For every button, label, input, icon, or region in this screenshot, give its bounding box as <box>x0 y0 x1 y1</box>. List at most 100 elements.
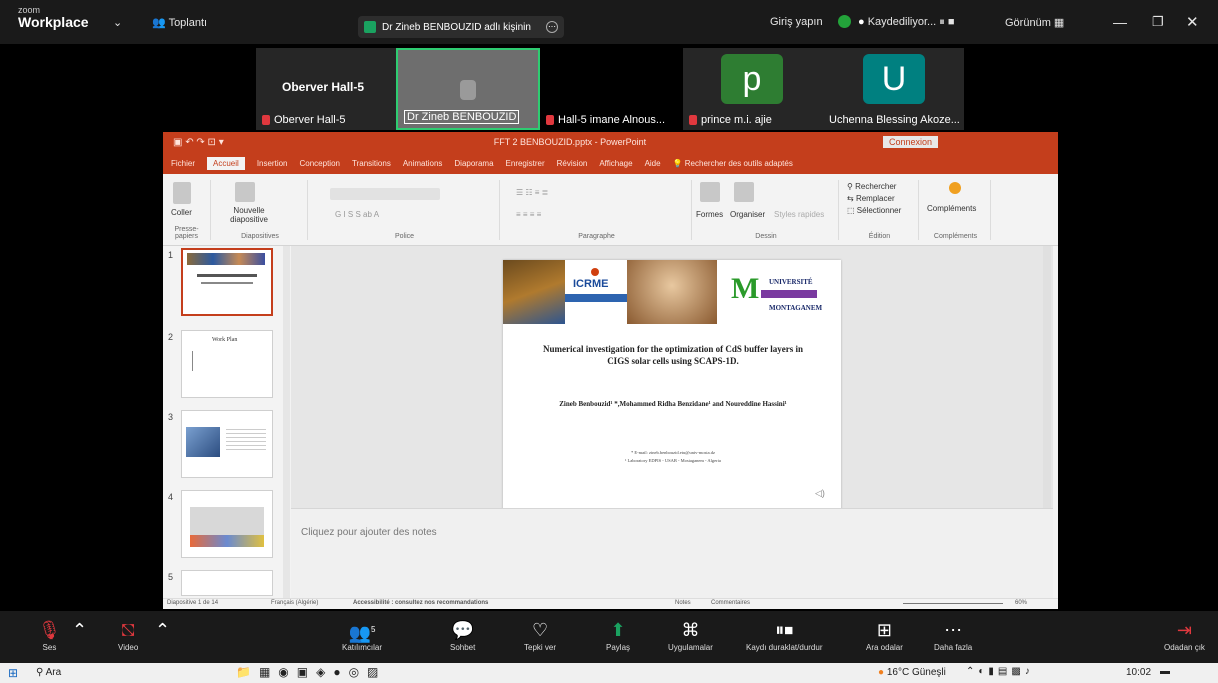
chevron-down-icon[interactable]: ⌄ <box>113 16 122 29</box>
slide-thumbnail[interactable] <box>181 570 273 596</box>
restore-icon[interactable]: ❐ <box>1152 14 1164 30</box>
zoom-title-bar: zoom Workplace ⌄ 👥 Toplantı Dr Zineb BEN… <box>0 0 1218 44</box>
share-banner-text: Dr Zineb BENBOUZID adlı kişinin <box>382 21 531 33</box>
search-icon: ⚲ <box>36 667 44 678</box>
zoom-logo: zoom Workplace <box>18 5 89 30</box>
notifications-icon[interactable]: ▬ <box>1160 666 1170 677</box>
leave-button[interactable]: ⇥ Odadan çık <box>1164 617 1205 652</box>
breakout-rooms-button[interactable]: ⊞ Ara odalar <box>866 617 903 652</box>
slide-scrollbar[interactable] <box>1043 246 1051 508</box>
participant-tile[interactable]: U Uchenna Blessing Akoze... <box>823 48 964 130</box>
menu-fichier[interactable]: Fichier <box>171 159 195 168</box>
view-button[interactable]: Görünüm ▦ <box>1005 16 1064 29</box>
font-name-dropdown[interactable] <box>330 188 440 200</box>
menu-enregistrer[interactable]: Enregistrer <box>506 159 545 168</box>
notes-toggle[interactable]: Notes <box>675 600 691 606</box>
mute-button[interactable]: 🎙 Ses <box>38 617 61 652</box>
select-button[interactable]: ⬚ Sélectionner <box>847 206 901 215</box>
chevron-up-icon[interactable]: ⌃ <box>155 617 170 643</box>
menu-revision[interactable]: Révision <box>557 159 588 168</box>
minimize-icon[interactable]: — <box>1113 14 1127 30</box>
speaker-icon[interactable]: ◁) <box>815 488 825 499</box>
lightbulb-icon: 💡 <box>672 158 683 168</box>
menu-diaporama[interactable]: Diaporama <box>454 159 493 168</box>
weather-widget[interactable]: ● 16°C Güneşli <box>878 667 946 678</box>
more-icon: ⋯ <box>944 620 963 640</box>
save-icon[interactable]: ▣ ↶ ↷ ⊡ ▾ <box>173 137 224 148</box>
clock[interactable]: 10:02 <box>1126 667 1151 678</box>
participant-tile[interactable]: Hall-5 imane Alnous... <box>540 48 683 130</box>
menu-animations[interactable]: Animations <box>403 159 443 168</box>
options-icon[interactable]: ⋯ <box>546 21 558 33</box>
zoom-level[interactable]: 60% <box>1015 600 1027 606</box>
menu-aide[interactable]: Aide <box>645 159 661 168</box>
zoom-slider[interactable] <box>903 603 1003 604</box>
recording-indicator[interactable]: ● Kaydediliyor... ⏸ ■ <box>858 16 954 29</box>
editing-group: ⚲ Rechercher ⇆ Remplacer ⬚ Sélectionner … <box>841 180 919 240</box>
participant-tile[interactable]: Oberver Hall-5 Oberver Hall-5 <box>256 48 396 130</box>
taskbar-pinned-apps[interactable]: 📁▦◉▣◈●◎▨ <box>236 665 386 679</box>
connect-button[interactable]: Connexion <box>882 136 938 148</box>
addins-icon[interactable] <box>949 182 961 194</box>
participants-button[interactable]: 👥5 Katılımcılar <box>342 617 382 652</box>
replace-button[interactable]: ⇆ Remplacer <box>847 194 895 203</box>
menu-affichage[interactable]: Affichage <box>599 159 632 168</box>
record-button[interactable]: ⏸⏹ Kaydı duraklat/durdur <box>746 617 823 652</box>
more-button[interactable]: ⋯ Daha fazla <box>934 617 972 652</box>
list-buttons[interactable]: ☰ ☷ ≡ ≣ <box>516 188 548 197</box>
mic-muted-icon: 🎙 <box>38 620 61 640</box>
paste-icon[interactable] <box>173 182 191 204</box>
participant-tile[interactable]: p prince m.i. ajie <box>683 48 823 130</box>
shapes-icon[interactable] <box>700 182 720 202</box>
signin-link[interactable]: Giriş yapın <box>770 16 823 28</box>
screen-share-banner[interactable]: Dr Zineb BENBOUZID adlı kişinin ⋯ <box>358 16 564 38</box>
slide-thumbnails-pane: 1 2 Work Plan 3 4 5 <box>163 246 291 598</box>
slide-thumbnail[interactable] <box>181 410 273 478</box>
system-tray-icons[interactable]: ⌃◐▮▤▩♪ <box>966 666 1034 677</box>
find-button[interactable]: ⚲ Rechercher <box>847 182 896 191</box>
thumbnails-scrollbar[interactable] <box>283 246 290 598</box>
ppt-search[interactable]: 💡 Rechercher des outils adaptés <box>673 159 793 168</box>
slide-banner-image <box>627 260 717 324</box>
taskbar-search[interactable]: ⚲ Ara <box>36 667 61 678</box>
notes-pane[interactable]: Cliquez pour ajouter des notes <box>291 508 1053 598</box>
pause-icon[interactable]: ⏸ <box>939 16 945 28</box>
menu-transitions[interactable]: Transitions <box>352 159 391 168</box>
current-slide[interactable]: ICRME M UNIVERSITÉ MONTAGANEM Numerical … <box>503 260 841 512</box>
menu-accueil[interactable]: Accueil <box>207 156 245 170</box>
addins-group: Compléments Compléments <box>921 180 991 240</box>
apps-icon: ⌘ <box>681 620 700 640</box>
apps-button[interactable]: ⌘ Uygulamalar <box>668 617 713 652</box>
clipboard-group: Coller Presse-papiers <box>163 180 211 240</box>
active-speaker-tile[interactable]: Dr Zineb BENBOUZID <box>396 48 540 130</box>
windows-start-icon[interactable]: ⊞ <box>8 666 18 680</box>
accessibility-status[interactable]: Accessibilité : consultez nos recommanda… <box>353 600 488 606</box>
security-shield-icon[interactable] <box>838 15 851 28</box>
language-indicator[interactable]: Français (Algérie) <box>271 600 318 606</box>
stop-icon[interactable]: ■ <box>948 16 955 28</box>
react-button[interactable]: ♡ Tepki ver <box>524 617 556 652</box>
leave-icon: ⇥ <box>1176 620 1192 640</box>
chevron-up-icon[interactable]: ⌃ <box>72 617 87 643</box>
ppt-status-bar: Diapositive 1 de 14 Français (Algérie) A… <box>163 598 1058 609</box>
mic-muted-icon <box>689 115 697 125</box>
comments-toggle[interactable]: Commentaires <box>711 600 750 606</box>
conference-logo: ICRME <box>565 260 627 324</box>
slide-authors: Zineb Benbouzid¹ *,Mohammed Ridha Benzid… <box>559 400 787 408</box>
chat-button[interactable]: 💬 Sohbet <box>450 617 475 652</box>
slide-thumbnail[interactable] <box>181 248 273 316</box>
video-button[interactable]: ⛞ Video <box>118 617 138 652</box>
video-off-icon: ⛞ <box>120 620 136 640</box>
arrange-icon[interactable] <box>734 182 754 202</box>
align-buttons[interactable]: ≡ ≡ ≡ ≡ <box>516 210 541 219</box>
slide-thumbnail[interactable]: Work Plan <box>181 330 273 398</box>
new-slide-icon[interactable] <box>235 182 255 202</box>
share-screen-button[interactable]: ⬆ Paylaş <box>606 617 630 652</box>
menu-conception[interactable]: Conception <box>300 159 340 168</box>
slide-thumbnail[interactable] <box>181 490 273 558</box>
font-format-buttons[interactable]: G I S S ab A <box>335 210 379 219</box>
close-icon[interactable]: ✕ <box>1186 13 1199 31</box>
menu-insertion[interactable]: Insertion <box>257 159 288 168</box>
meeting-info-button[interactable]: 👥 Toplantı <box>152 16 207 29</box>
paragraph-group: ☰ ☷ ≡ ≣ ≡ ≡ ≡ ≡ Paragraphe <box>502 180 692 240</box>
